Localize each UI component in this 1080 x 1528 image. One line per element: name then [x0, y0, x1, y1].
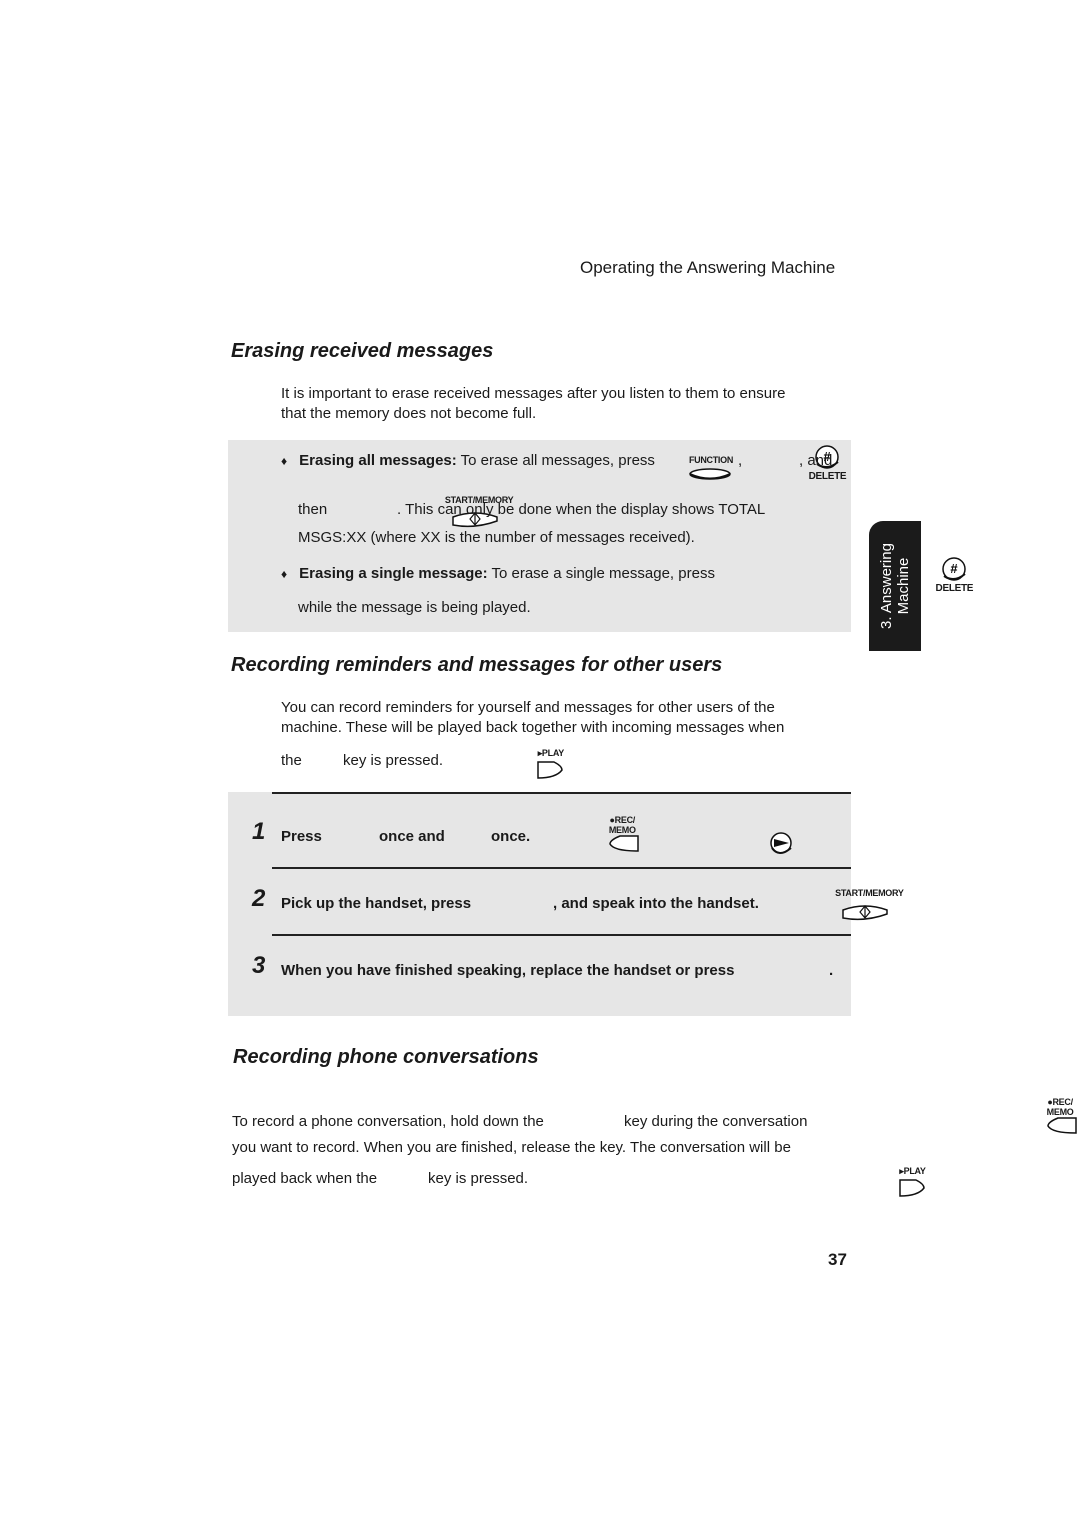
section-title-conversations: Recording phone conversations	[233, 1046, 539, 1068]
step-divider	[272, 934, 851, 936]
play-arrow-key-icon	[769, 832, 797, 858]
reminders-intro: You can record reminders for yourself an…	[281, 699, 785, 736]
bullet-diamond-icon: ♦	[281, 567, 288, 581]
delete-hash-key-icon: # DELETE	[929, 557, 979, 595]
section-title-reminders: Recording reminders and messages for oth…	[231, 654, 723, 676]
chapter-tab-line2: Machine	[895, 557, 912, 615]
page-number: 37	[828, 1250, 847, 1269]
bullet-erase-single: ♦ Erasing a single message: To erase a s…	[281, 565, 715, 582]
section-title-erasing: Erasing received messages	[231, 340, 494, 362]
function-key-icon: FUNCTION	[686, 455, 736, 483]
erasing-intro: It is important to erase received messag…	[281, 385, 786, 422]
chapter-tab-line1: 3. Answering	[878, 543, 895, 629]
step-number: 2	[252, 885, 266, 912]
bullet-erase-all: ♦ Erasing all messages: To erase all mes…	[281, 452, 655, 469]
rec-memo-key-icon: ●REC/ MEMO	[1040, 1097, 1080, 1135]
step-divider	[272, 867, 851, 869]
step-divider	[272, 792, 851, 794]
step-number: 1	[252, 818, 266, 845]
start-memory-key-icon: START/MEMORY	[835, 888, 904, 922]
play-key-icon: ▸PLAY	[896, 1166, 930, 1198]
svg-text:#: #	[951, 561, 959, 576]
chapter-tab: 3. Answering Machine	[869, 521, 921, 651]
bullet-diamond-icon: ♦	[281, 454, 288, 468]
rec-memo-key-icon: ●REC/ MEMO	[602, 815, 642, 853]
bullet-label: Erasing a single message:	[299, 565, 488, 582]
bullet-label: Erasing all messages:	[299, 452, 457, 469]
step-number: 3	[252, 952, 266, 979]
play-key-icon: ▸PLAY	[534, 748, 568, 780]
running-header: Operating the Answering Machine	[580, 258, 836, 277]
